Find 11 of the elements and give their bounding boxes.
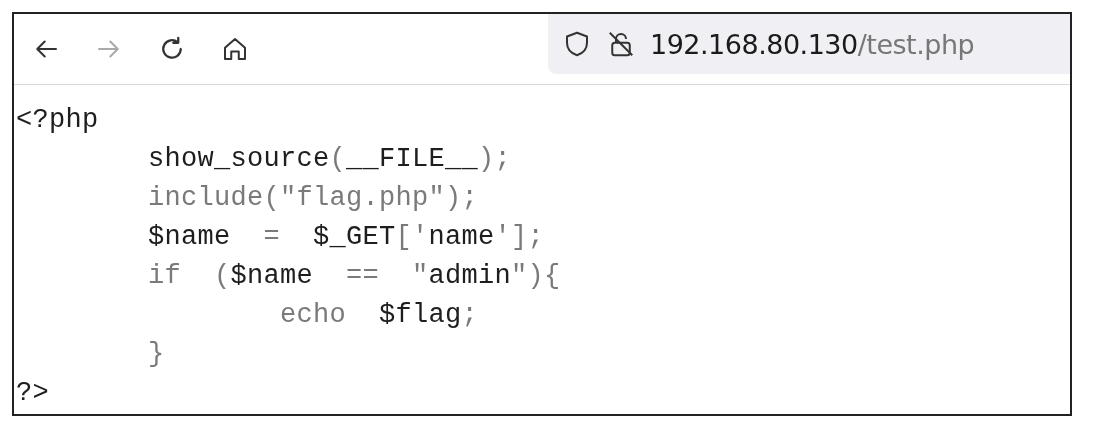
- address-bar[interactable]: 192.168.80.130/test.php: [548, 14, 1070, 74]
- code-line: echo $flag;: [279, 299, 479, 332]
- code-line: ?>: [16, 377, 49, 410]
- code-line: <?php: [16, 104, 99, 137]
- code-line: show_source(__FILE__);: [147, 143, 512, 176]
- crossed-lock-icon[interactable]: [606, 29, 636, 59]
- code-line: if ($name == "admin"){: [147, 260, 561, 293]
- code-line: include("flag.php");: [147, 182, 479, 215]
- code-line: }: [147, 338, 165, 371]
- code-line: $name = $_GET['name'];: [147, 221, 545, 254]
- url-text: 192.168.80.130/test.php: [650, 28, 975, 60]
